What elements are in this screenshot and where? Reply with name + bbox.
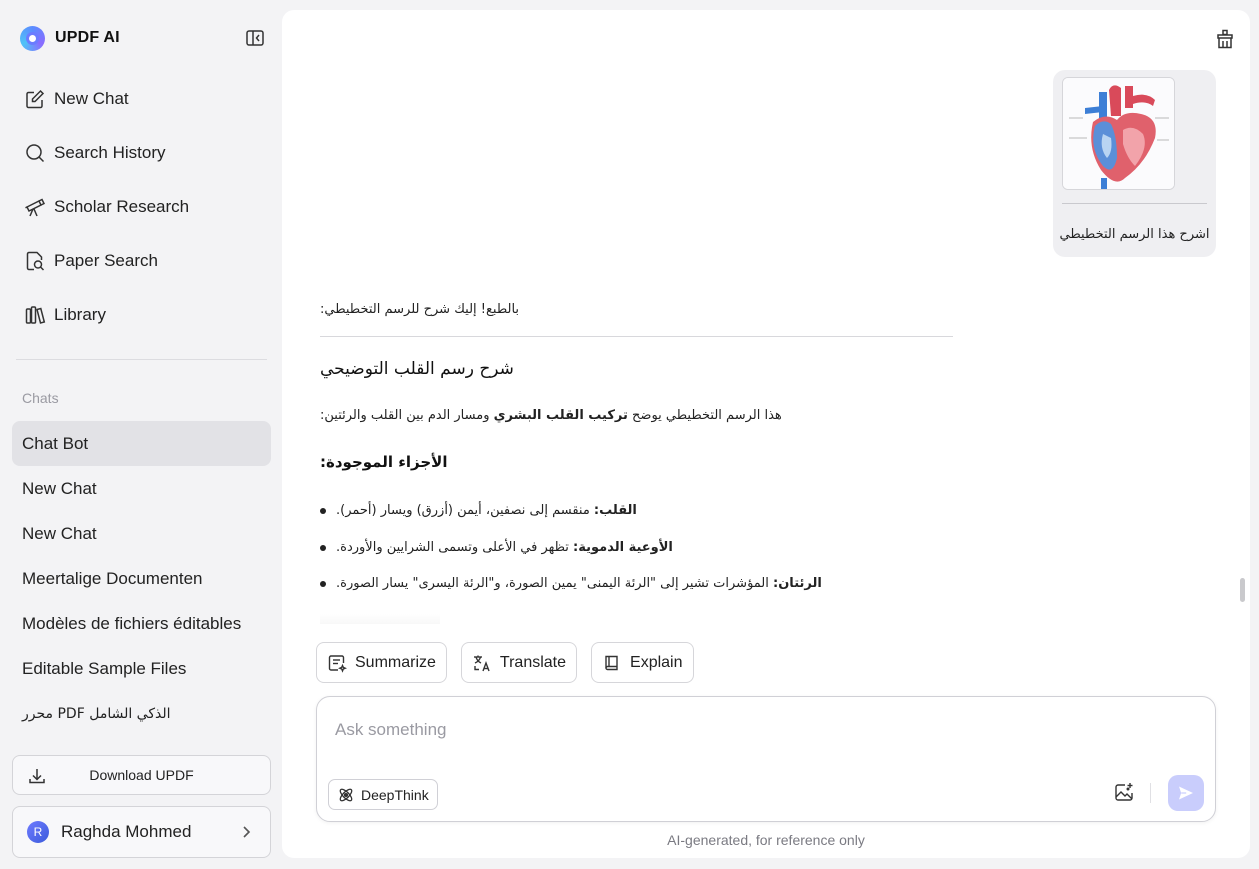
heart-diagram-icon [1063,78,1174,189]
answer-subheading: الأجزاء الموجودة: [320,453,448,471]
list-item-text: القلب: منقسم إلى نصفين، أيمن (أزرق) ويسا… [336,503,637,518]
summarize-label: Summarize [355,653,436,671]
answer-list-item: الرئتان: المؤشرات تشير إلى "الرئة اليمنى… [320,576,822,591]
sidebar-item-label: New Chat [54,89,129,108]
ai-disclaimer: AI-generated, for reference only [667,832,865,848]
summarize-button[interactable]: Summarize [316,642,447,683]
answer-paragraph-after: ومسار الدم بين القلب والرئتين: [320,408,494,423]
download-icon [29,769,45,784]
message-composer: DeepThink [316,696,1216,822]
message-separator [1062,203,1207,204]
list-item-body: منقسم إلى نصفين، أيمن (أزرق) ويسار (أحمر… [336,503,594,518]
sidebar: UPDF AI New Chat Search History Scholar … [0,0,282,869]
translate-label: Translate [499,653,567,671]
chevron-right-icon [243,826,251,838]
book-icon [605,655,618,670]
clear-chat-icon[interactable] [1214,28,1236,50]
chat-list: Chat Bot New Chat New Chat Meertalige Do… [12,421,271,736]
brand: UPDF AI [20,25,120,51]
list-item-bold: القلب: [593,503,637,518]
sidebar-item-scholar-research[interactable]: Scholar Research [12,184,271,230]
chat-item-modeles-fichiers[interactable]: Modèles de fichiers éditables [12,601,271,646]
explain-button[interactable]: Explain [591,642,694,683]
explain-label: Explain [630,653,683,671]
list-item-text: الأوعية الدموية: تظهر في الأعلى وتسمى ال… [336,540,673,555]
user-message-bubble: اشرح هذا الرسم التخطيطي [1053,70,1216,257]
chat-item-editable-sample-files[interactable]: Editable Sample Files [12,646,271,691]
ask-input[interactable] [335,717,1035,743]
sidebar-nav: New Chat Search History Scholar Research… [12,76,271,346]
library-icon [25,306,46,324]
answer-heading: شرح رسم القلب التوضيحي [320,359,514,379]
image-upload-icon[interactable] [1113,781,1135,803]
chats-section-label: Chats [22,390,59,406]
answer-divider [320,336,953,337]
sidebar-divider [16,359,267,360]
heart-diagram-thumbnail[interactable] [1062,77,1175,190]
user-name: Raghda Mohmed [61,822,192,841]
deepthink-toggle[interactable]: DeepThink [328,779,438,810]
content-fade [320,614,440,624]
edit-icon [26,89,45,109]
search-icon [26,144,45,163]
updf-logo-icon [20,25,45,51]
list-item-body: تظهر في الأعلى وتسمى الشرايين والأوردة. [336,540,574,555]
translate-icon [473,655,490,671]
sidebar-item-label: Search History [54,143,166,162]
chat-panel: اشرح هذا الرسم التخطيطي بالطبع! إليك شرح… [282,10,1250,858]
list-item-body: المؤشرات تشير إلى "الرئة اليمنى" يمين ال… [336,576,774,591]
quick-actions: Summarize Translate Explain [316,642,708,683]
chat-item-chat-bot[interactable]: Chat Bot [12,421,271,466]
document-search-icon [26,251,45,271]
app-name: UPDF AI [55,29,120,46]
telescope-icon [25,198,46,217]
answer-list-item: الأوعية الدموية: تظهر في الأعلى وتسمى ال… [320,540,673,555]
bullet [320,507,326,514]
collapse-sidebar-icon[interactable] [245,28,265,48]
sidebar-item-label: Library [54,305,106,324]
user-profile-card[interactable]: R Raghda Mohmed [12,806,271,858]
sidebar-item-label: Paper Search [54,251,158,270]
sidebar-item-library[interactable]: Library [12,292,271,338]
answer-list-item: القلب: منقسم إلى نصفين، أيمن (أزرق) ويسا… [320,503,637,518]
sidebar-item-label: Scholar Research [54,197,190,216]
answer-paragraph: هذا الرسم التخطيطي يوضح تركيب القلب البش… [320,408,782,423]
chat-item-new-chat-1[interactable]: New Chat [12,466,271,511]
summarize-icon [328,654,347,673]
answer-paragraph-bold: تركيب القلب البشري [493,408,628,423]
composer-separator [1150,783,1151,803]
user-message-text: اشرح هذا الرسم التخطيطي [1059,227,1210,242]
list-item-text: الرئتان: المؤشرات تشير إلى "الرئة اليمنى… [336,576,822,591]
chat-scrollbar[interactable] [1240,578,1245,602]
chat-item-new-chat-2[interactable]: New Chat [12,511,271,556]
answer-intro: بالطبع! إليك شرح للرسم التخطيطي: [320,302,520,317]
avatar: R [27,821,49,843]
download-updf-button[interactable]: Download UPDF [12,755,271,795]
sidebar-item-new-chat[interactable]: New Chat [12,76,271,122]
send-icon [1179,786,1193,800]
sidebar-item-paper-search[interactable]: Paper Search [12,238,271,284]
translate-button[interactable]: Translate [460,642,578,683]
bullet [320,580,326,587]
atom-icon [339,788,353,801]
answer-paragraph-before: هذا الرسم التخطيطي يوضح [627,408,782,423]
sidebar-item-search-history[interactable]: Search History [12,130,271,176]
list-item-bold: الرئتان: [773,576,822,591]
chat-item-arabic-pdf-editor[interactable]: محرر PDF الذكي الشامل [12,691,271,736]
send-button[interactable] [1168,775,1204,811]
chat-item-meertalige-documenten[interactable]: Meertalige Documenten [12,556,271,601]
bullet [320,544,326,551]
download-label: Download UPDF [89,767,194,783]
list-item-bold: الأوعية الدموية: [573,540,673,555]
deepthink-label: DeepThink [361,786,429,803]
